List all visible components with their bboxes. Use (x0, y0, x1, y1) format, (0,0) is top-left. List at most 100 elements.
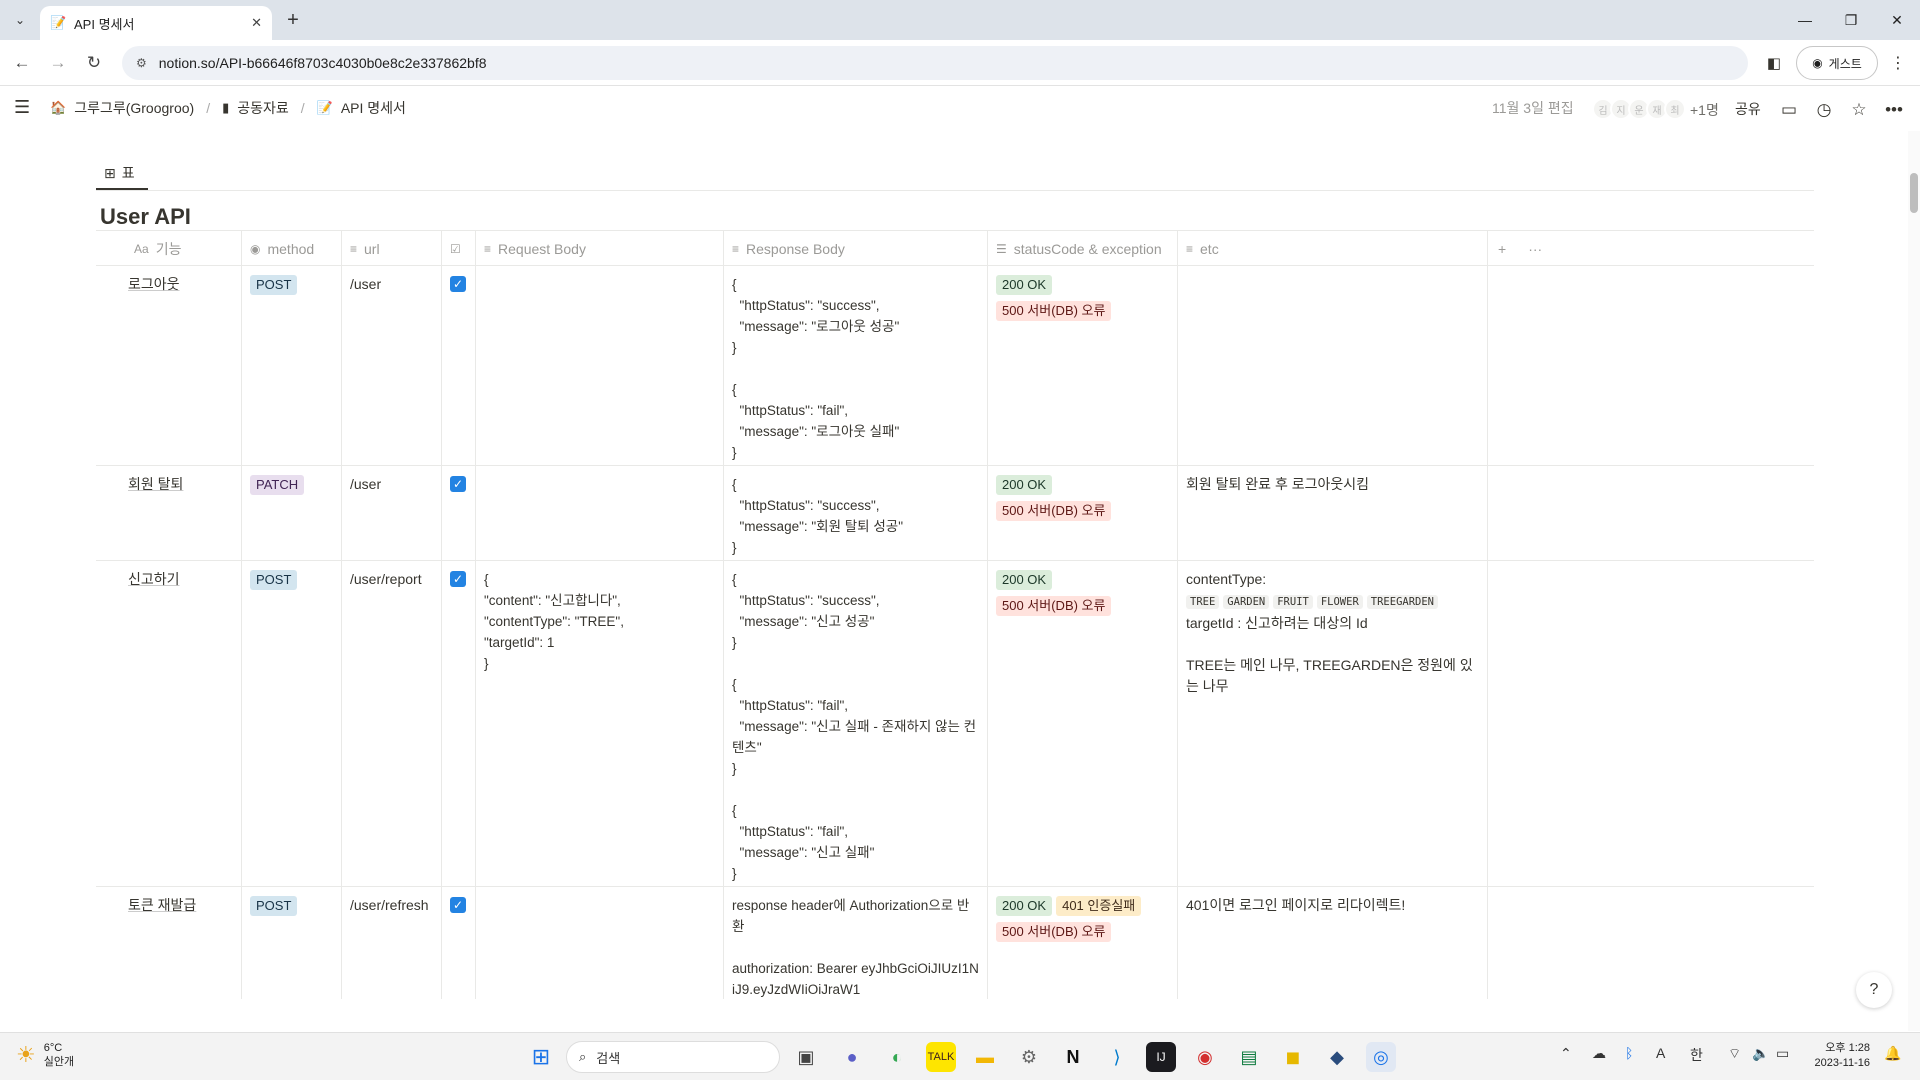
side-panel-icon[interactable]: ◧ (1760, 46, 1788, 80)
bluetooth-icon[interactable]: ᛒ (1625, 1045, 1633, 1061)
notion-app-icon[interactable]: N (1058, 1042, 1088, 1072)
cell-status[interactable]: 200 OK 500 서버(DB) 오류 (988, 561, 1178, 886)
notepad-icon[interactable]: ▤ (1234, 1042, 1264, 1072)
column-header-name[interactable]: Aa 기능 (96, 231, 242, 267)
cell-etc[interactable]: contentType: TREE GARDEN FRUIT FLOWER TREEGA… (1178, 561, 1488, 886)
column-header-checkbox[interactable]: ☑ (442, 231, 476, 267)
weather-widget[interactable]: ☀ 6°C 실안개 (16, 1041, 74, 1069)
teams-chat-icon[interactable]: ● (837, 1042, 867, 1072)
taskbar-search[interactable]: ⌕ 검색 (566, 1041, 780, 1073)
breadcrumb-item-shared[interactable]: 공동자료 (237, 98, 289, 118)
column-header-method[interactable]: ◉ method (242, 231, 342, 267)
scrollbar-track[interactable] (1908, 131, 1920, 1031)
reload-button[interactable]: ↻ (80, 49, 108, 77)
avatar-group[interactable]: 김 지 운 재 최 (1592, 98, 1686, 120)
cell-response-body[interactable]: response header에 Authorization으로 반환 auth… (724, 887, 988, 999)
windows-start-icon[interactable]: ⊞ (526, 1042, 556, 1072)
tab-search-button[interactable]: ⌄ (8, 8, 32, 32)
browser-tab-active[interactable]: 📝 API 명세서 ✕ (40, 6, 272, 40)
ime-indicator[interactable]: 한 (1690, 1045, 1703, 1065)
profile-button[interactable]: ◉ 게스트 (1796, 46, 1878, 80)
cell-method[interactable]: PATCH (242, 466, 342, 560)
cell-url[interactable]: /user/refresh (342, 887, 442, 999)
settings-gear-icon[interactable]: ⚙ (1014, 1042, 1044, 1072)
column-header-request-body[interactable]: ≡ Request Body (476, 231, 724, 267)
cell-response-body[interactable]: { "httpStatus": "success", "message": "신… (724, 561, 988, 886)
cell-name[interactable]: 토큰 재발급 (96, 887, 242, 999)
cell-checkbox[interactable]: ✓ (442, 466, 476, 560)
cell-name[interactable]: 로그아웃 (96, 266, 242, 465)
minimize-button[interactable]: — (1782, 0, 1828, 40)
wifi-icon[interactable]: ⌔ (1728, 1045, 1741, 1063)
tab-close-icon[interactable]: ✕ (251, 15, 262, 31)
onedrive-icon[interactable]: ☁ (1592, 1045, 1606, 1062)
new-tab-button[interactable]: + (280, 8, 306, 34)
cell-checkbox[interactable]: ✓ (442, 561, 476, 886)
row-title[interactable]: 신고하기 (128, 571, 180, 587)
share-button[interactable]: 공유 (1735, 99, 1761, 119)
more-options-icon[interactable]: ••• (1880, 96, 1908, 124)
notification-bell-icon[interactable]: 🔔 (1884, 1045, 1901, 1062)
chrome-icon[interactable]: ◎ (1366, 1042, 1396, 1072)
table-row[interactable]: 토큰 재발급 POST /user/refresh ✓ response hea… (96, 887, 1814, 999)
column-header-etc[interactable]: ≡ etc (1178, 231, 1488, 267)
cell-url[interactable]: /user (342, 466, 442, 560)
cell-checkbox[interactable]: ✓ (442, 887, 476, 999)
cell-request-body[interactable]: { "content": "신고합니다", "contentType": "TR… (476, 561, 724, 886)
column-header-url[interactable]: ≡ url (342, 231, 442, 267)
cell-name[interactable]: 회원 탈퇴 (96, 466, 242, 560)
scrollbar-thumb[interactable] (1910, 173, 1918, 213)
forward-button[interactable]: → (44, 49, 72, 77)
cell-request-body[interactable] (476, 466, 724, 560)
file-explorer-icon[interactable]: ▬ (970, 1042, 1000, 1072)
cell-status[interactable]: 200 OK 401 인증실패 500 서버(DB) 오류 (988, 887, 1178, 999)
extra-viewers-count[interactable]: +1명 (1690, 100, 1719, 120)
task-view-icon[interactable]: ▣ (791, 1042, 821, 1072)
add-property-icon[interactable]: + (1498, 241, 1506, 257)
view-tab-table[interactable]: ⊞ 표 (96, 158, 148, 190)
vscode-icon[interactable]: ⟩ (1102, 1042, 1132, 1072)
cell-request-body[interactable] (476, 887, 724, 999)
close-window-button[interactable]: ✕ (1874, 0, 1920, 40)
cell-name[interactable]: 신고하기 (96, 561, 242, 886)
cell-checkbox[interactable]: ✓ (442, 266, 476, 465)
chrome-dev-icon[interactable]: ◉ (1190, 1042, 1220, 1072)
checkbox-checked-icon[interactable]: ✓ (450, 276, 466, 292)
row-title[interactable]: 토큰 재발급 (128, 897, 196, 913)
browser-menu-icon[interactable]: ⋮ (1886, 46, 1910, 80)
back-button[interactable]: ← (8, 49, 36, 77)
mysql-workbench-icon[interactable]: ◆ (1322, 1042, 1352, 1072)
cell-url[interactable]: /user (342, 266, 442, 465)
checkbox-checked-icon[interactable]: ✓ (450, 571, 466, 587)
battery-icon[interactable]: ▭ (1776, 1045, 1789, 1062)
taskbar-clock[interactable]: 오후 1:28 2023-11-16 (1800, 1041, 1870, 1071)
comments-icon[interactable]: ▭ (1775, 96, 1803, 124)
cell-response-body[interactable]: { "httpStatus": "success", "message": "회… (724, 466, 988, 560)
breadcrumb-item-workspace[interactable]: 그루그루(Groogroo) (74, 98, 194, 118)
cell-etc[interactable]: 회원 탈퇴 완료 후 로그아웃시킴 (1178, 466, 1488, 560)
table-row[interactable]: 신고하기 POST /user/report ✓ { "content": "신… (96, 561, 1814, 887)
site-info-icon[interactable]: ⚙ (136, 56, 147, 70)
row-title[interactable]: 회원 탈퇴 (128, 476, 183, 492)
checkbox-checked-icon[interactable]: ✓ (450, 476, 466, 492)
history-icon[interactable]: ◷ (1810, 96, 1838, 124)
tray-overflow-icon[interactable]: ⌃ (1560, 1045, 1572, 1062)
sticky-notes-icon[interactable]: ◼ (1278, 1042, 1308, 1072)
row-title[interactable]: 로그아웃 (128, 276, 180, 292)
cell-status[interactable]: 200 OK 500 서버(DB) 오류 (988, 466, 1178, 560)
table-row[interactable]: 로그아웃 POST /user ✓ { "httpStatus": "succe… (96, 266, 1814, 466)
database-title[interactable]: User API (100, 204, 191, 230)
address-bar[interactable]: ⚙ notion.so/API-b66646f8703c4030b0e8c2e3… (122, 46, 1748, 80)
sidebar-toggle-icon[interactable]: ☰ (14, 98, 34, 118)
cell-method[interactable]: POST (242, 887, 342, 999)
restore-button[interactable]: ❐ (1828, 0, 1874, 40)
cell-etc[interactable]: 401이면 로그인 페이지로 리다이렉트! (1178, 887, 1488, 999)
chrome-profile-icon[interactable]: ◐ (882, 1042, 912, 1072)
cell-request-body[interactable] (476, 266, 724, 465)
font-icon[interactable]: A (1656, 1045, 1665, 1061)
column-header-response-body[interactable]: ≡ Response Body (724, 231, 988, 267)
last-edited[interactable]: 11월 3일 편집 (1492, 98, 1574, 118)
cell-status[interactable]: 200 OK 500 서버(DB) 오류 (988, 266, 1178, 465)
cell-response-body[interactable]: { "httpStatus": "success", "message": "로… (724, 266, 988, 465)
volume-icon[interactable]: 🔈 (1752, 1045, 1769, 1062)
